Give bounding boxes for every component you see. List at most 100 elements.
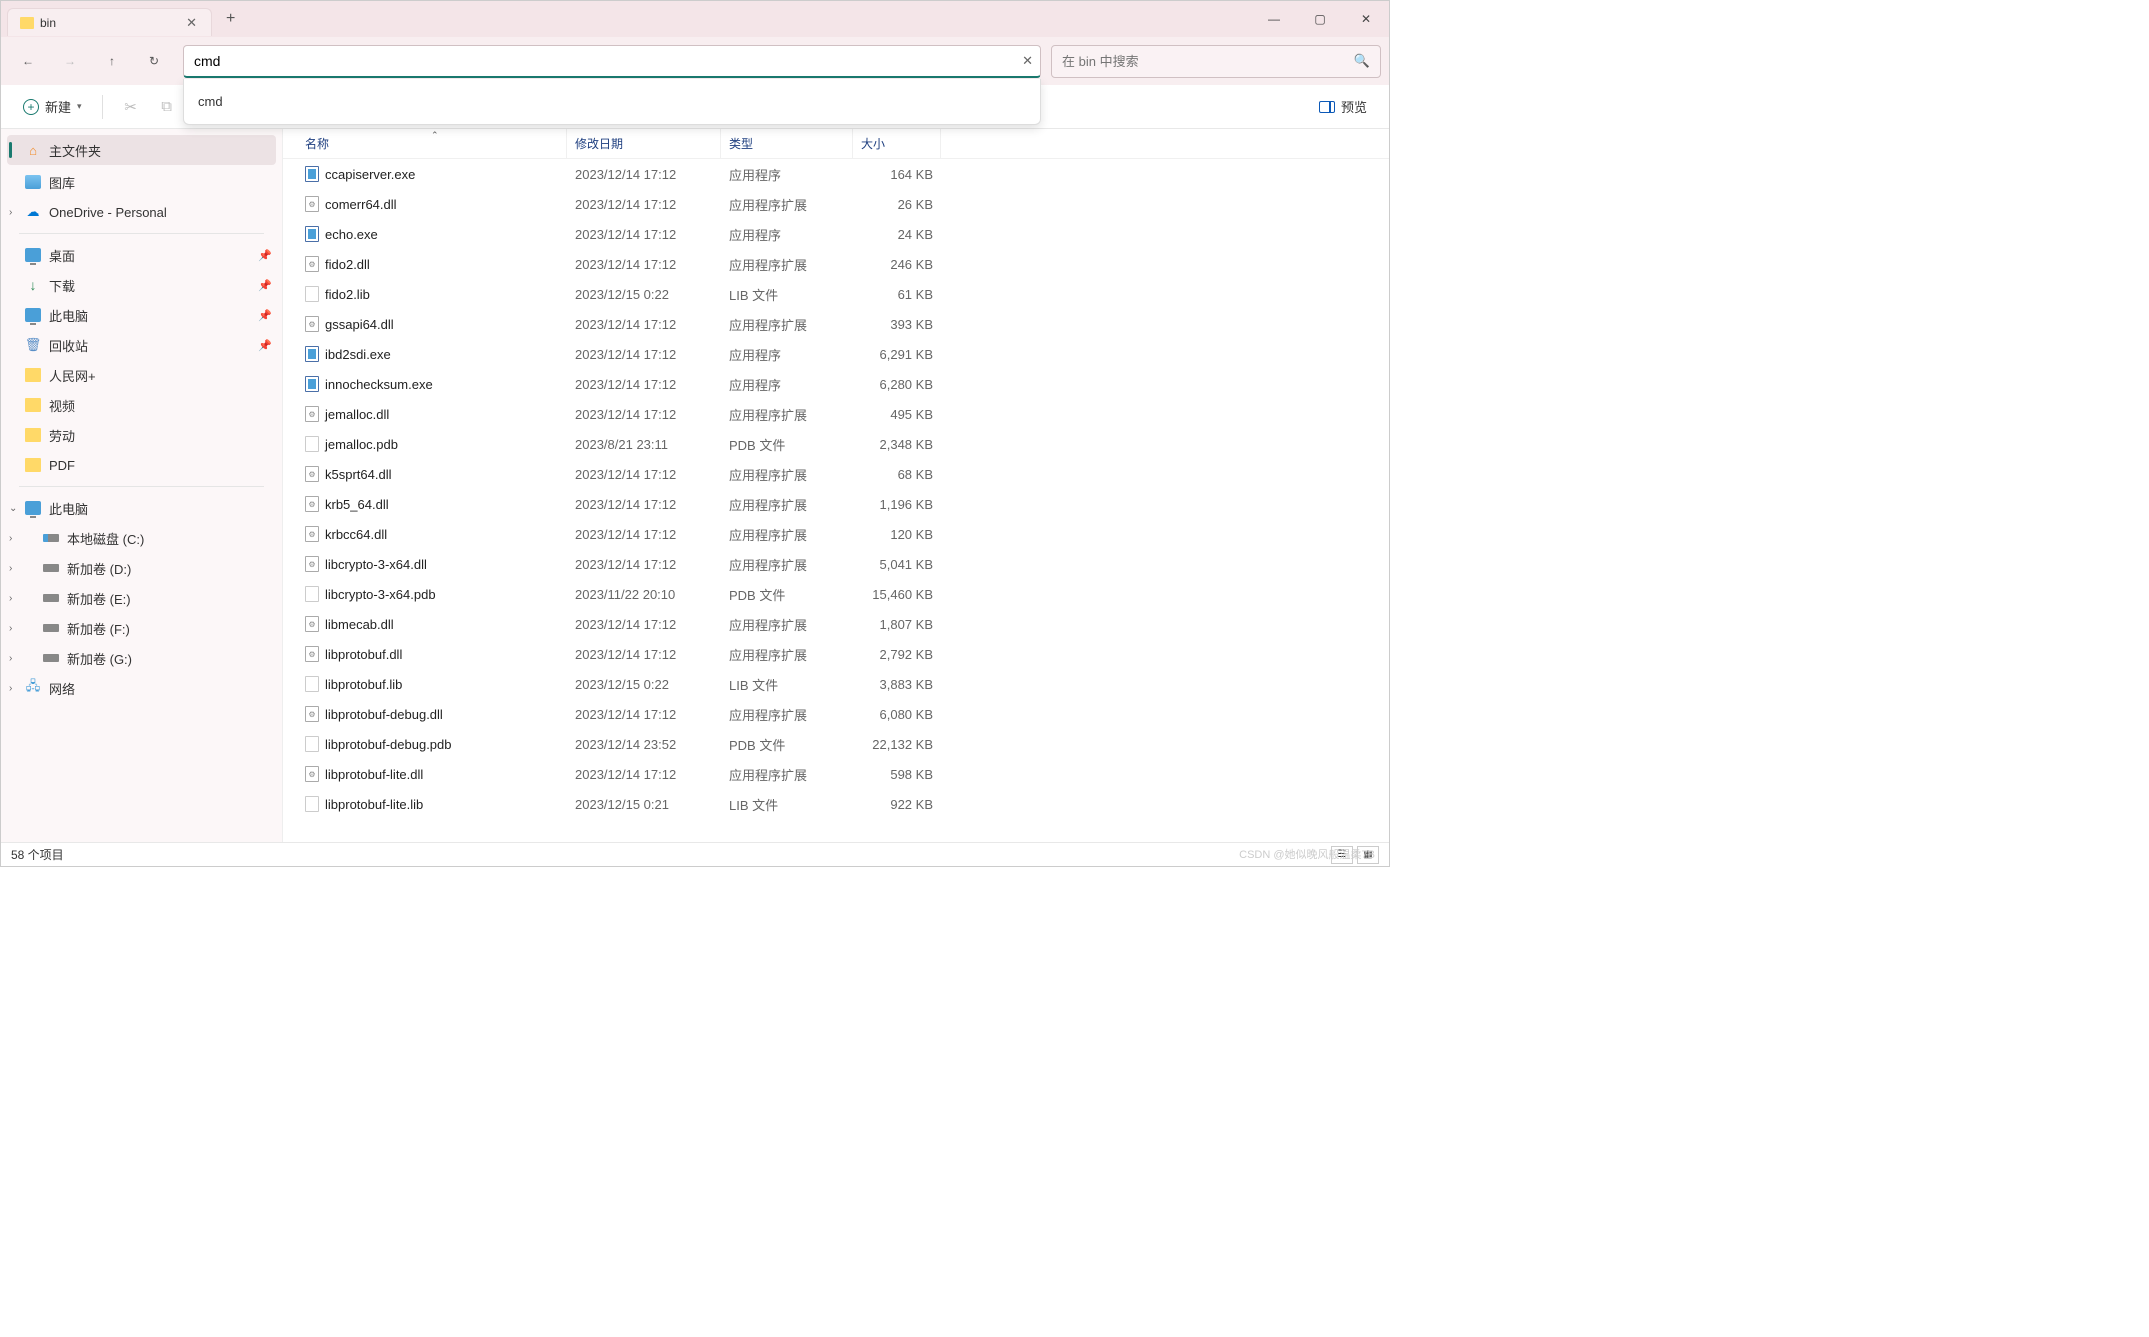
header-date[interactable]: 修改日期 (567, 129, 721, 158)
search-box[interactable]: 🔍 (1051, 45, 1381, 78)
cut-button[interactable]: ✂ (113, 89, 149, 125)
clear-address-button[interactable]: ✕ (1022, 53, 1033, 69)
pin-icon[interactable]: 📌 (258, 279, 272, 292)
up-button[interactable]: ↑ (93, 42, 131, 80)
file-name: gssapi64.dll (325, 317, 394, 332)
file-icon (305, 316, 319, 332)
sidebar-recycle[interactable]: 🗑回收站📌 (1, 330, 282, 360)
sidebar-downloads[interactable]: ↓下载📌 (1, 270, 282, 300)
file-name: k5sprt64.dll (325, 467, 391, 482)
file-size: 24 KB (853, 227, 941, 242)
sidebar-network[interactable]: ›🖧网络 (1, 673, 282, 703)
chevron-right-icon[interactable]: › (9, 533, 12, 544)
sidebar-desktop[interactable]: 桌面📌 (1, 240, 282, 270)
file-row[interactable]: libprotobuf-debug.pdb2023/12/14 23:52PDB… (283, 729, 1389, 759)
file-row[interactable]: ccapiserver.exe2023/12/14 17:12应用程序164 K… (283, 159, 1389, 189)
file-row[interactable]: fido2.lib2023/12/15 0:22LIB 文件61 KB (283, 279, 1389, 309)
maximize-button[interactable]: ▢ (1297, 1, 1343, 37)
active-tab[interactable]: bin ✕ (7, 8, 212, 36)
file-row[interactable]: k5sprt64.dll2023/12/14 17:12应用程序扩展68 KB (283, 459, 1389, 489)
file-row[interactable]: libcrypto-3-x64.pdb2023/11/22 20:10PDB 文… (283, 579, 1389, 609)
file-name: fido2.dll (325, 257, 370, 272)
chevron-down-icon[interactable]: ⌄ (9, 503, 17, 514)
file-icon (305, 436, 319, 452)
file-row[interactable]: libprotobuf-lite.dll2023/12/14 17:12应用程序… (283, 759, 1389, 789)
chevron-right-icon[interactable]: › (9, 593, 12, 604)
file-row[interactable]: krb5_64.dll2023/12/14 17:12应用程序扩展1,196 K… (283, 489, 1389, 519)
file-size: 61 KB (853, 287, 941, 302)
file-date: 2023/12/15 0:22 (567, 677, 721, 692)
file-type: 应用程序扩展 (721, 315, 853, 334)
file-type: LIB 文件 (721, 285, 853, 304)
sidebar-thispc-quick[interactable]: 此电脑📌 (1, 300, 282, 330)
address-suggestion-dropdown: cmd (183, 79, 1041, 125)
chevron-right-icon[interactable]: › (9, 653, 12, 664)
file-size: 26 KB (853, 197, 941, 212)
file-row[interactable]: jemalloc.dll2023/12/14 17:12应用程序扩展495 KB (283, 399, 1389, 429)
close-tab-button[interactable]: ✕ (182, 15, 201, 31)
pin-icon[interactable]: 📌 (258, 339, 272, 352)
file-row[interactable]: gssapi64.dll2023/12/14 17:12应用程序扩展393 KB (283, 309, 1389, 339)
chevron-right-icon[interactable]: › (9, 683, 12, 694)
search-input[interactable] (1062, 54, 1354, 69)
header-type[interactable]: 类型 (721, 129, 853, 158)
title-bar: bin ✕ + — ▢ ✕ (1, 1, 1389, 37)
home-icon: ⌂ (25, 143, 41, 157)
file-row[interactable]: libprotobuf-debug.dll2023/12/14 17:12应用程… (283, 699, 1389, 729)
chevron-right-icon[interactable]: › (9, 563, 12, 574)
sidebar-drive-d[interactable]: ›新加卷 (D:) (1, 553, 282, 583)
file-row[interactable]: ibd2sdi.exe2023/12/14 17:12应用程序6,291 KB (283, 339, 1389, 369)
chevron-right-icon[interactable]: › (9, 207, 12, 218)
file-row[interactable]: comerr64.dll2023/12/14 17:12应用程序扩展26 KB (283, 189, 1389, 219)
sidebar-folder[interactable]: 劳动 (1, 420, 282, 450)
close-window-button[interactable]: ✕ (1343, 1, 1389, 37)
file-row[interactable]: innochecksum.exe2023/12/14 17:12应用程序6,28… (283, 369, 1389, 399)
file-date: 2023/12/14 17:12 (567, 167, 721, 182)
file-size: 3,883 KB (853, 677, 941, 692)
sidebar-gallery[interactable]: 图库 (1, 167, 282, 197)
sidebar-onedrive[interactable]: › ☁ OneDrive - Personal (1, 197, 282, 227)
chevron-right-icon[interactable]: › (9, 623, 12, 634)
file-row[interactable]: echo.exe2023/12/14 17:12应用程序24 KB (283, 219, 1389, 249)
file-row[interactable]: libmecab.dll2023/12/14 17:12应用程序扩展1,807 … (283, 609, 1389, 639)
forward-button[interactable]: → (51, 42, 89, 80)
file-row[interactable]: jemalloc.pdb2023/8/21 23:11PDB 文件2,348 K… (283, 429, 1389, 459)
header-size[interactable]: 大小 (853, 129, 941, 158)
sidebar-folder[interactable]: PDF (1, 450, 282, 480)
suggestion-item[interactable]: cmd (184, 87, 1040, 116)
file-row[interactable]: fido2.dll2023/12/14 17:12应用程序扩展246 KB (283, 249, 1389, 279)
file-size: 495 KB (853, 407, 941, 422)
sidebar-home[interactable]: ⌂ 主文件夹 (7, 135, 276, 165)
refresh-button[interactable]: ↻ (135, 42, 173, 80)
back-button[interactable]: ← (9, 42, 47, 80)
new-tab-button[interactable]: + (226, 10, 235, 28)
sidebar-label: 此电脑 (49, 499, 88, 518)
copy-button[interactable]: ⧉ (149, 89, 185, 125)
file-size: 393 KB (853, 317, 941, 332)
sidebar-drive-g[interactable]: ›新加卷 (G:) (1, 643, 282, 673)
sidebar-drive-c[interactable]: ›本地磁盘 (C:) (1, 523, 282, 553)
file-icon (305, 586, 319, 602)
monitor-icon (25, 501, 41, 515)
file-date: 2023/12/14 17:12 (567, 617, 721, 632)
file-row[interactable]: krbcc64.dll2023/12/14 17:12应用程序扩展120 KB (283, 519, 1389, 549)
file-row[interactable]: libcrypto-3-x64.dll2023/12/14 17:12应用程序扩… (283, 549, 1389, 579)
pin-icon[interactable]: 📌 (258, 249, 272, 262)
file-row[interactable]: libprotobuf-lite.lib2023/12/15 0:21LIB 文… (283, 789, 1389, 819)
preview-toggle[interactable]: 预览 (1309, 91, 1377, 122)
file-name: libcrypto-3-x64.pdb (325, 587, 436, 602)
sidebar-thispc[interactable]: ⌄ 此电脑 (1, 493, 282, 523)
minimize-button[interactable]: — (1251, 1, 1297, 37)
sidebar-folder[interactable]: 人民网+ (1, 360, 282, 390)
new-button[interactable]: + 新建 ▾ (13, 91, 92, 122)
file-row[interactable]: libprotobuf.lib2023/12/15 0:22LIB 文件3,88… (283, 669, 1389, 699)
download-icon: ↓ (25, 278, 41, 292)
address-input[interactable] (183, 45, 1041, 78)
tab-title: bin (40, 16, 176, 30)
pin-icon[interactable]: 📌 (258, 309, 272, 322)
sidebar-drive-e[interactable]: ›新加卷 (E:) (1, 583, 282, 613)
sidebar-folder[interactable]: 视频 (1, 390, 282, 420)
sidebar-drive-f[interactable]: ›新加卷 (F:) (1, 613, 282, 643)
file-date: 2023/12/15 0:22 (567, 287, 721, 302)
file-row[interactable]: libprotobuf.dll2023/12/14 17:12应用程序扩展2,7… (283, 639, 1389, 669)
